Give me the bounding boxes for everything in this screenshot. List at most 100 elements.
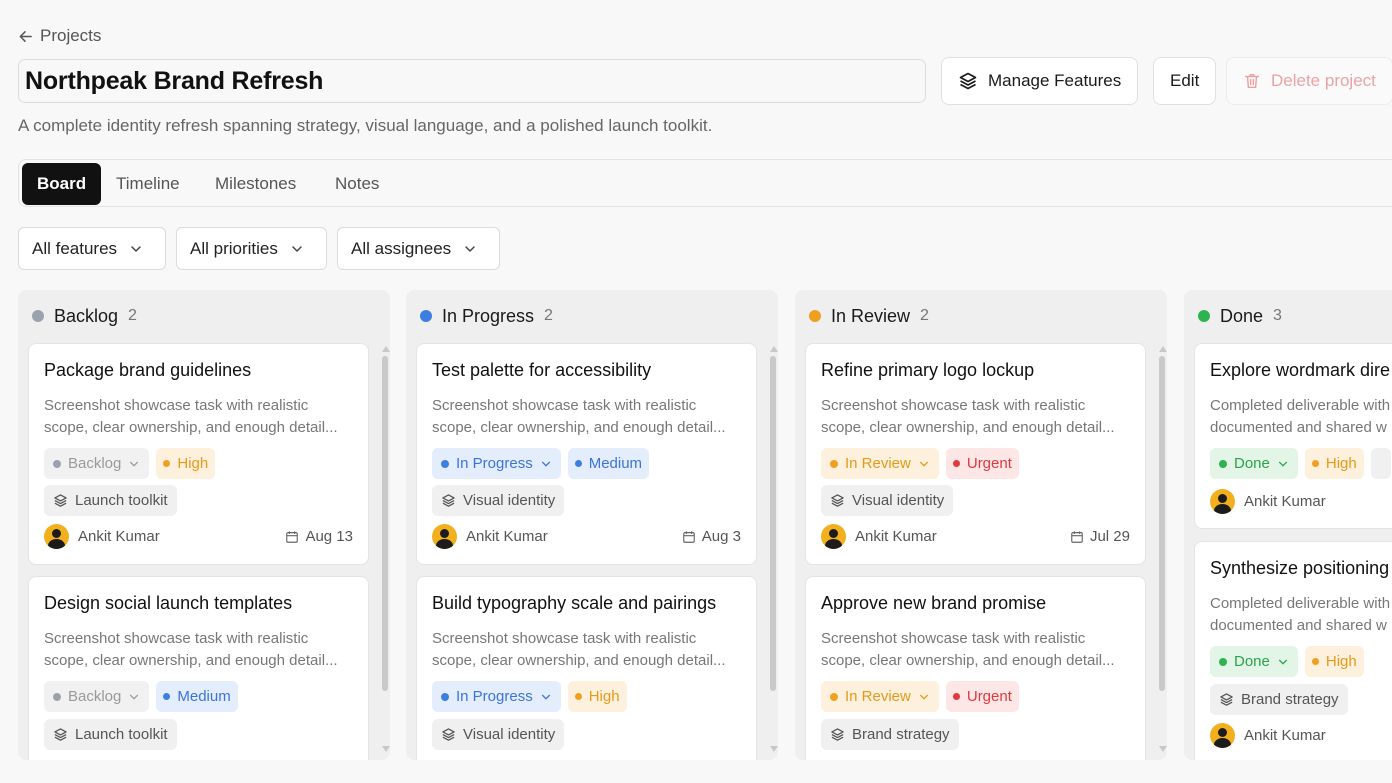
feature-tag: Visual identity [432,485,565,516]
chevron-down-icon [540,691,552,703]
status-dot-icon [420,310,432,322]
priority-label: High [177,455,209,472]
tab-notes[interactable]: Notes [335,163,379,205]
task-card[interactable]: Explore wordmark dire Completed delivera… [1194,343,1392,529]
status-select[interactable]: Done [1210,646,1298,677]
priority-label: High [1325,653,1357,670]
priority-dot-icon [1311,658,1319,665]
task-card[interactable]: Refine primary logo lockup Screenshot sh… [805,343,1146,565]
chevron-down-icon [918,691,930,703]
status-dot-icon [809,310,821,322]
column-title: Done [1220,305,1264,326]
layers-icon [958,71,978,91]
status-dot-icon [32,310,44,322]
back-to-projects-link[interactable]: Projects [18,25,101,47]
tab-timeline[interactable]: Timeline [116,163,180,205]
tab-milestones[interactable]: Milestones [215,163,296,205]
status-select[interactable]: In Progress [432,448,561,479]
priority-dot-icon [574,460,582,467]
calendar-icon [682,530,696,544]
chevron-down-icon [290,242,304,256]
view-tabs: Board Timeline Milestones Notes [18,159,1392,207]
status-dot-icon [441,459,449,468]
column-in-review: In Review 2 Refine primary logo lockup S… [795,290,1167,760]
chevron-down-icon [1277,458,1289,470]
column-header: Done 3 [1198,305,1282,327]
status-select[interactable]: Backlog [44,681,150,712]
status-label: In Progress [456,455,533,472]
status-select[interactable]: In Progress [432,681,561,712]
chevron-down-icon [463,242,477,256]
feature-label: Visual identity [463,492,556,509]
task-title: Approve new brand promise [821,593,1047,613]
status-select[interactable]: In Review [821,448,939,479]
feature-tag: Visual identity [821,485,954,516]
status-select[interactable]: Done [1210,448,1298,479]
project-title: Northpeak Brand Refresh [25,66,324,95]
task-card[interactable]: Package brand guidelines Screenshot show… [28,343,369,565]
column-in-progress: In Progress 2 Test palette for accessibi… [406,290,778,760]
assignee: Ankit Kumar [821,524,937,549]
layers-icon [53,727,68,742]
priority-label: High [588,688,620,705]
priority-dot-icon [163,693,171,700]
assignee: Ankit Kumar [1210,723,1326,748]
task-title: Explore wordmark dire [1210,360,1391,380]
tab-board[interactable]: Board [22,163,102,205]
task-description: Screenshot showcase task with realistic s… [821,397,1115,436]
task-card[interactable]: Build typography scale and pairings Scre… [416,576,757,760]
priority-badge: High [156,448,216,479]
task-card[interactable]: Approve new brand promise Screenshot sho… [805,576,1146,760]
layers-icon [441,727,456,742]
status-label: Backlog [68,455,122,472]
status-label: In Progress [456,688,533,705]
task-card[interactable]: Test palette for accessibility Screensho… [416,343,757,565]
manage-features-button[interactable]: Manage Features [941,57,1139,105]
priority-filter-dropdown[interactable]: All priorities [176,227,327,270]
column-scrollbar[interactable] [770,346,778,756]
feature-label: Visual identity [463,726,556,743]
column-scrollbar[interactable] [1159,346,1167,756]
status-dot-icon [1219,657,1227,666]
priority-badge: High [1304,646,1364,677]
edit-button[interactable]: Edit [1153,57,1217,105]
task-description: Screenshot showcase task with realistic s… [432,630,726,669]
status-label: Backlog [68,688,122,705]
priority-badge: Urgent [945,448,1019,479]
column-scrollbar[interactable] [382,346,390,756]
status-dot-icon [830,692,838,701]
task-title: Refine primary logo lockup [821,360,1035,380]
status-label: Done [1234,455,1270,472]
assignee: Ankit Kumar [1210,489,1326,514]
feature-filter-dropdown[interactable]: All features [18,227,166,270]
priority-dot-icon [952,693,960,700]
status-dot-icon [441,692,449,701]
status-select[interactable]: Backlog [44,448,150,479]
priority-dot-icon [574,693,582,700]
assignee-name: Ankit Kumar [855,528,937,545]
task-title: Synthesize positioning [1210,558,1390,578]
feature-tag [1370,448,1391,479]
priority-dot-icon [1311,460,1319,467]
delete-project-button[interactable]: Delete project [1226,57,1392,105]
column-count: 2 [920,307,929,324]
due-date: Aug 13 [285,528,353,545]
due-date-label: Aug 13 [305,528,353,545]
project-description: A complete identity refresh spanning str… [18,116,713,135]
priority-badge: Medium [156,681,238,712]
priority-label: Medium [177,688,231,705]
status-select[interactable]: In Review [821,681,939,712]
column-header: In Progress 2 [420,305,553,327]
feature-label: Brand strategy [852,726,950,743]
manage-features-label: Manage Features [988,71,1122,90]
column-header: In Review 2 [809,305,929,327]
assignee-filter-dropdown[interactable]: All assignees [337,227,500,270]
chevron-down-icon [129,242,143,256]
column-title: In Progress [442,305,535,326]
task-card[interactable]: Synthesize positioning Completed deliver… [1194,541,1392,760]
priority-filter-label: All priorities [190,238,278,258]
project-title-field[interactable]: Northpeak Brand Refresh [18,59,926,103]
task-card[interactable]: Design social launch templates Screensho… [28,576,369,760]
column-count: 2 [128,307,137,324]
avatar [1210,723,1235,748]
